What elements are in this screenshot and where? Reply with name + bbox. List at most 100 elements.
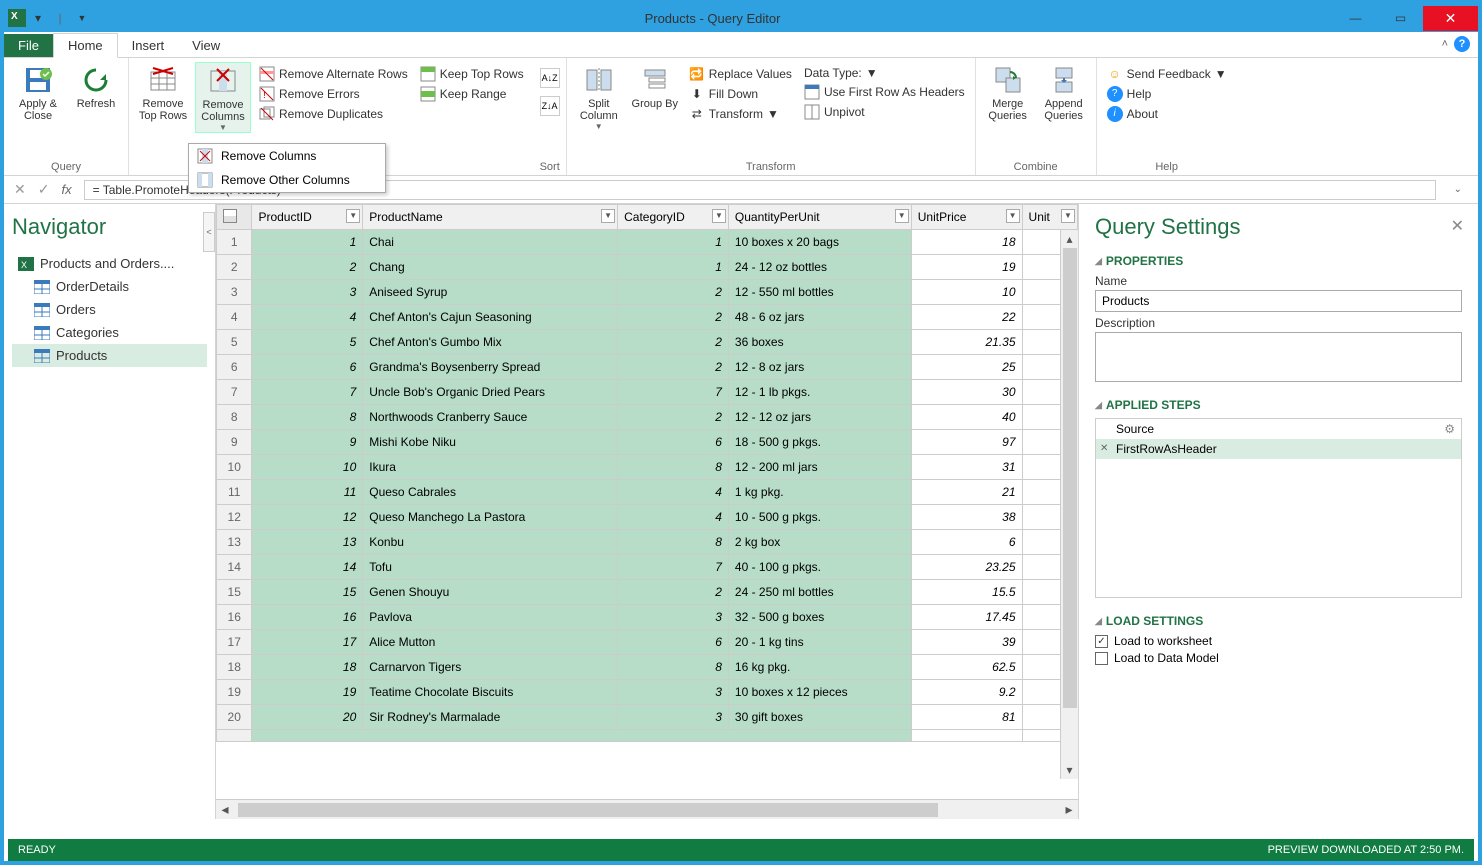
- cell-productid[interactable]: 5: [252, 330, 363, 355]
- row-number[interactable]: 18: [217, 655, 252, 680]
- cell-productname[interactable]: Sir Rodney's Marmalade: [363, 705, 618, 730]
- column-header-productid[interactable]: ProductID▼: [252, 205, 363, 230]
- cell-productname[interactable]: Carnarvon Tigers: [363, 655, 618, 680]
- row-number[interactable]: 15: [217, 580, 252, 605]
- cell-unitprice[interactable]: 30: [911, 380, 1022, 405]
- cell-categoryid[interactable]: 6: [618, 430, 729, 455]
- remove-alternate-rows-button[interactable]: Remove Alternate Rows: [255, 64, 412, 84]
- cell-quantityperunit[interactable]: 12 - 1 lb pkgs.: [728, 380, 911, 405]
- qat-customize[interactable]: ▼: [72, 8, 92, 28]
- table-row[interactable]: 1717Alice Mutton620 - 1 kg tins39: [217, 630, 1078, 655]
- step-source[interactable]: Source⚙: [1096, 419, 1461, 439]
- cell-productname[interactable]: Teatime Chocolate Biscuits: [363, 680, 618, 705]
- cell-unitprice[interactable]: 18: [911, 230, 1022, 255]
- table-row[interactable]: 33Aniseed Syrup212 - 550 ml bottles10: [217, 280, 1078, 305]
- horizontal-scrollbar[interactable]: ◂ ▸: [216, 799, 1078, 819]
- section-properties[interactable]: ◢PROPERTIES: [1095, 254, 1462, 268]
- dropdown-remove-other-columns[interactable]: Remove Other Columns: [189, 168, 385, 192]
- cell-productname[interactable]: Chef Anton's Cajun Seasoning: [363, 305, 618, 330]
- cell-productid[interactable]: 18: [252, 655, 363, 680]
- cell-productname[interactable]: Konbu: [363, 530, 618, 555]
- cell-unitprice[interactable]: 22: [911, 305, 1022, 330]
- cell-productname[interactable]: Tofu: [363, 555, 618, 580]
- first-row-headers-button[interactable]: Use First Row As Headers: [800, 82, 969, 102]
- table-row[interactable]: [217, 730, 1078, 742]
- cell-unitprice[interactable]: 97: [911, 430, 1022, 455]
- filter-dropdown-icon[interactable]: ▼: [895, 209, 909, 223]
- cell-unitprice[interactable]: 9.2: [911, 680, 1022, 705]
- cell-productname[interactable]: Chang: [363, 255, 618, 280]
- filter-dropdown-icon[interactable]: ▼: [1061, 209, 1075, 223]
- row-number[interactable]: 19: [217, 680, 252, 705]
- collapse-ribbon-icon[interactable]: ˄: [1442, 38, 1448, 50]
- cell-categoryid[interactable]: 3: [618, 705, 729, 730]
- cell-productname[interactable]: Chef Anton's Gumbo Mix: [363, 330, 618, 355]
- table-row[interactable]: 1515Genen Shouyu224 - 250 ml bottles15.5: [217, 580, 1078, 605]
- cell-unitprice[interactable]: 10: [911, 280, 1022, 305]
- tab-insert[interactable]: Insert: [118, 34, 179, 57]
- close-button[interactable]: ✕: [1423, 6, 1478, 31]
- table-row[interactable]: 44Chef Anton's Cajun Seasoning248 - 6 oz…: [217, 305, 1078, 330]
- cell-productid[interactable]: 4: [252, 305, 363, 330]
- keep-range-button[interactable]: Keep Range: [416, 84, 528, 104]
- unpivot-button[interactable]: Unpivot: [800, 102, 969, 122]
- formula-expand-icon[interactable]: ⌄: [1448, 184, 1468, 195]
- cell-quantityperunit[interactable]: 24 - 12 oz bottles: [728, 255, 911, 280]
- tab-file[interactable]: File: [4, 34, 53, 57]
- tab-view[interactable]: View: [178, 34, 234, 57]
- cell-categoryid[interactable]: 3: [618, 680, 729, 705]
- step-firstrowasheader[interactable]: ✕FirstRowAsHeader: [1096, 439, 1461, 459]
- formula-accept-icon[interactable]: ✓: [38, 181, 50, 198]
- remove-duplicates-button[interactable]: Remove Duplicates: [255, 104, 412, 124]
- cell-categoryid[interactable]: 8: [618, 530, 729, 555]
- cell-productname[interactable]: Queso Cabrales: [363, 480, 618, 505]
- cell-categoryid[interactable]: 3: [618, 605, 729, 630]
- close-settings-icon[interactable]: ✕: [1451, 216, 1464, 236]
- cell-unitprice[interactable]: 19: [911, 255, 1022, 280]
- row-number[interactable]: 11: [217, 480, 252, 505]
- load-datamodel-checkbox[interactable]: Load to Data Model: [1095, 651, 1462, 665]
- table-row[interactable]: 1212Queso Manchego La Pastora410 - 500 g…: [217, 505, 1078, 530]
- cell-productname[interactable]: Uncle Bob's Organic Dried Pears: [363, 380, 618, 405]
- scroll-right-icon[interactable]: ▸: [1060, 801, 1078, 818]
- cell-unitprice[interactable]: 62.5: [911, 655, 1022, 680]
- cell-quantityperunit[interactable]: 12 - 12 oz jars: [728, 405, 911, 430]
- cell-productname[interactable]: Northwoods Cranberry Sauce: [363, 405, 618, 430]
- description-input[interactable]: [1095, 332, 1462, 382]
- table-row[interactable]: 99Mishi Kobe Niku618 - 500 g pkgs.97: [217, 430, 1078, 455]
- group-by-button[interactable]: Group By: [629, 62, 681, 110]
- cell-productid[interactable]: 10: [252, 455, 363, 480]
- table-row[interactable]: 66Grandma's Boysenberry Spread212 - 8 oz…: [217, 355, 1078, 380]
- table-row[interactable]: 22Chang124 - 12 oz bottles19: [217, 255, 1078, 280]
- column-header-unit[interactable]: Unit▼: [1022, 205, 1077, 230]
- gear-icon[interactable]: ⚙: [1444, 422, 1455, 436]
- cell-categoryid[interactable]: 1: [618, 255, 729, 280]
- cell-unitprice[interactable]: 40: [911, 405, 1022, 430]
- dropdown-remove-columns[interactable]: Remove Columns: [189, 144, 385, 168]
- cell-productid[interactable]: 16: [252, 605, 363, 630]
- navigator-collapse-button[interactable]: <: [203, 212, 215, 252]
- cell-categoryid[interactable]: 7: [618, 555, 729, 580]
- row-number[interactable]: 20: [217, 705, 252, 730]
- cell-unitprice[interactable]: 31: [911, 455, 1022, 480]
- keep-top-rows-button[interactable]: Keep Top Rows: [416, 64, 528, 84]
- row-number[interactable]: 1: [217, 230, 252, 255]
- split-column-button[interactable]: Split Column▼: [573, 62, 625, 131]
- cell-categoryid[interactable]: 4: [618, 480, 729, 505]
- section-applied-steps[interactable]: ◢APPLIED STEPS: [1095, 398, 1462, 412]
- filter-dropdown-icon[interactable]: ▼: [346, 209, 360, 223]
- row-number[interactable]: 16: [217, 605, 252, 630]
- cell-unitprice[interactable]: 21.35: [911, 330, 1022, 355]
- scroll-up-icon[interactable]: ▴: [1061, 230, 1078, 248]
- table-row[interactable]: 1616Pavlova332 - 500 g boxes17.45: [217, 605, 1078, 630]
- table-row[interactable]: 1919Teatime Chocolate Biscuits310 boxes …: [217, 680, 1078, 705]
- cell-productid[interactable]: 19: [252, 680, 363, 705]
- maximize-button[interactable]: ▭: [1378, 6, 1423, 31]
- transform-button[interactable]: ⇄Transform ▼: [685, 104, 796, 124]
- scroll-thumb-h[interactable]: [238, 803, 938, 817]
- cell-productname[interactable]: Pavlova: [363, 605, 618, 630]
- row-number[interactable]: 3: [217, 280, 252, 305]
- cell-quantityperunit[interactable]: 10 boxes x 20 bags: [728, 230, 911, 255]
- replace-values-button[interactable]: 🔁Replace Values: [685, 64, 796, 84]
- cell-quantityperunit[interactable]: 24 - 250 ml bottles: [728, 580, 911, 605]
